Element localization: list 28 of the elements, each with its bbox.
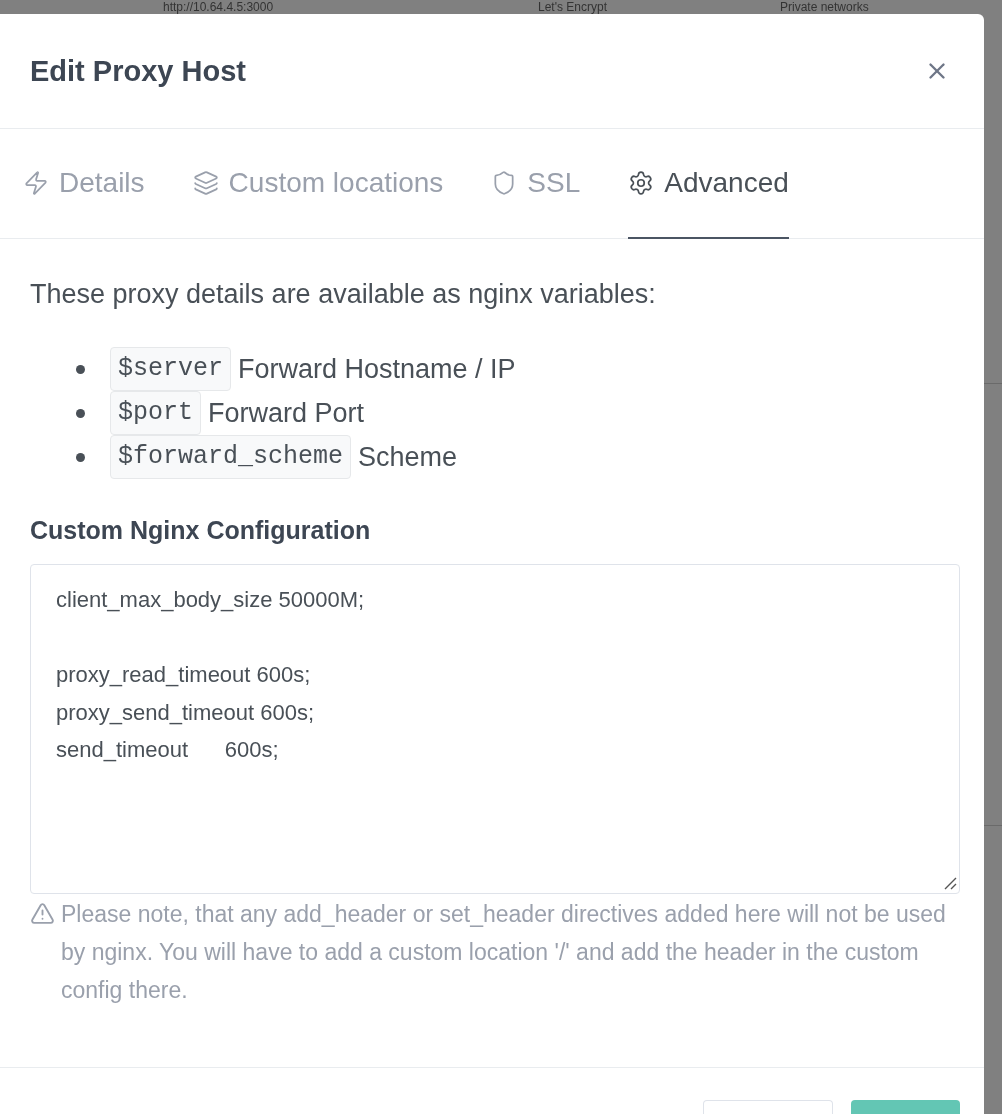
primary-button[interactable] xyxy=(851,1100,960,1114)
tab[interactable]: SSL xyxy=(491,129,581,239)
variable-description: Forward Hostname / IP xyxy=(238,353,516,386)
variable-description: Scheme xyxy=(358,441,458,474)
settings-icon xyxy=(628,170,655,196)
bullet-icon xyxy=(76,364,85,374)
variable-description: Forward Port xyxy=(208,397,365,430)
lightning-icon xyxy=(23,170,49,196)
modal-title: Edit Proxy Host xyxy=(30,54,246,89)
resize-grip-icon xyxy=(943,876,957,890)
config-textarea[interactable]: client_max_body_size 50000M; proxy_read_timeout 600s; proxy_send_timeout 600s; send_timeout 600s; xyxy=(30,564,960,894)
tab[interactable]: Custom locations xyxy=(192,129,444,239)
table-cell: Private networks xyxy=(780,0,869,14)
config-label: Custom Nginx Configuration xyxy=(30,515,372,545)
bullet-icon xyxy=(76,452,85,462)
warning-icon xyxy=(30,901,55,926)
tab[interactable]: Details xyxy=(23,129,145,239)
table-cell: http://10.64.4.5:3000 xyxy=(163,0,274,14)
intro-text: These proxy details are available as nginx variables: xyxy=(30,278,657,311)
variable-code: $forward_scheme xyxy=(110,435,352,479)
secondary-button[interactable] xyxy=(703,1100,833,1114)
layers-icon xyxy=(192,170,219,196)
tab[interactable]: Advanced xyxy=(628,129,789,239)
variable-code: $server xyxy=(110,347,232,391)
config-note: Please note, that any add_header or set_header directives added here will not be used by nginx. You will have to add a custom location '/' and add the header in the custom config there. xyxy=(61,900,947,1005)
table-cell: Let's Encrypt xyxy=(538,0,607,14)
variable-code: $port xyxy=(110,391,201,435)
bullet-icon xyxy=(76,408,85,418)
